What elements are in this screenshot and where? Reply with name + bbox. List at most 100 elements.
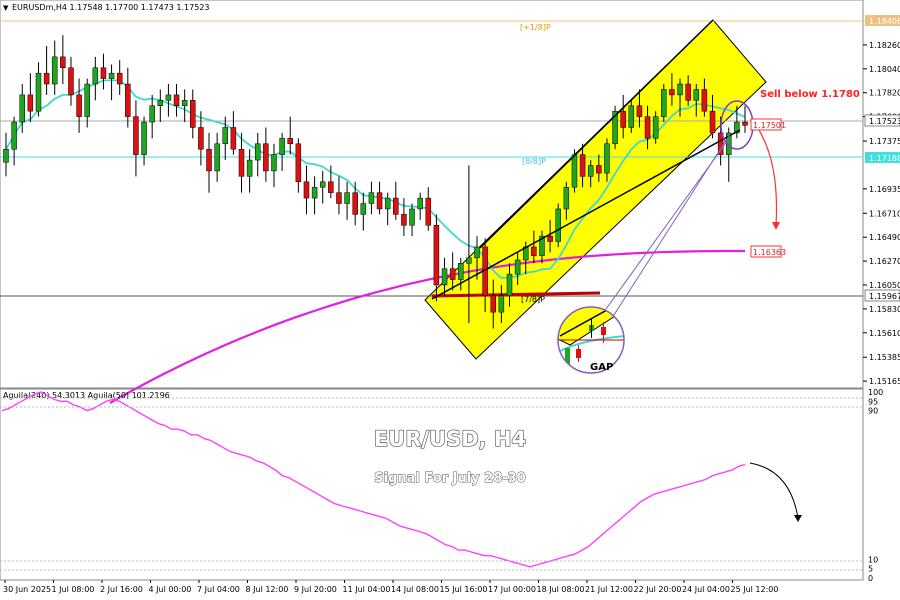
sell-annotation: Sell below 1.1780: [760, 89, 860, 100]
candle-body: [336, 192, 342, 204]
candle-body: [3, 148, 9, 163]
candle-body: [311, 186, 318, 199]
candle-body: [393, 197, 399, 215]
candle-body: [68, 67, 74, 96]
candle-body: [441, 268, 448, 286]
price-tick-label: 1.17375: [869, 137, 900, 146]
oscillator-axis: 1009590 1050: [868, 388, 883, 583]
candle-body: [84, 83, 90, 117]
time-tick-label: 9 Jul 20:00: [294, 585, 337, 594]
candle-body: [214, 143, 220, 172]
time-tick-label: 17 Jul 00:00: [488, 585, 536, 594]
candle-body: [596, 165, 602, 174]
time-tick-label: 18 Jul 08:00: [537, 585, 585, 594]
osc-arrow: [749, 462, 799, 519]
candle-body: [449, 268, 456, 280]
candle-body: [628, 105, 635, 128]
level-cyan-label: 1.17188: [869, 154, 900, 163]
candle-body: [238, 148, 245, 177]
candle-body: [555, 208, 561, 242]
murrey-low-label: [7/8]P: [521, 295, 545, 304]
candle-body: [417, 197, 423, 210]
candle-body: [190, 100, 196, 128]
level-support-label: 1.15967: [869, 292, 900, 301]
level-ma200-label: 1.16363: [753, 248, 786, 257]
candle-body: [360, 203, 367, 215]
candle-body: [181, 100, 188, 107]
price-tick-label: 1.18040: [869, 65, 900, 74]
price-tick-label: 1.16490: [869, 233, 900, 242]
candle-body: [433, 224, 440, 286]
candle-body: [604, 143, 610, 174]
candle-body: [287, 138, 293, 145]
candle-body: [328, 181, 334, 193]
time-tick-label: 30 Jun 2025: [3, 585, 51, 594]
candle-body: [701, 89, 708, 112]
candle-body: [693, 89, 700, 101]
price-tick-label: 1.15385: [869, 353, 900, 362]
price-axis: 1.182601.180401.178201.176001.173751.169…: [863, 41, 900, 386]
time-tick-label: 4 Jul 00:00: [149, 585, 192, 594]
candle-body: [303, 181, 310, 199]
price-tick-label: 1.15830: [869, 305, 900, 314]
candle-body: [677, 83, 683, 96]
candle-body: [636, 105, 643, 117]
time-tick-label: 2 Jul 16:00: [100, 585, 143, 594]
candle-body: [514, 259, 521, 275]
candle-body: [384, 197, 391, 210]
candle-body: [198, 127, 204, 150]
candle-body: [685, 83, 691, 101]
candle-body: [165, 94, 172, 101]
time-tick-label: 1 Jul 08:00: [52, 585, 95, 594]
candle-body: [51, 56, 58, 85]
candle-body: [141, 121, 147, 155]
time-tick-label: 22 Jul 20:00: [634, 585, 682, 594]
candle-body: [652, 116, 659, 139]
candle-body: [587, 165, 594, 177]
candle-body: [563, 186, 570, 210]
candle-body: [271, 154, 277, 172]
osc-tick-label: 10: [868, 555, 878, 564]
candle-body: [173, 94, 180, 107]
time-tick-label: 14 Jul 08:00: [391, 585, 439, 594]
candle-body: [246, 159, 253, 177]
candle-body: [149, 105, 155, 123]
candle-body: [547, 235, 553, 242]
candle-body: [531, 246, 537, 256]
ma200-line: [109, 249, 745, 405]
candle-body: [401, 214, 407, 226]
time-tick-label: 7 Jul 04:00: [197, 585, 240, 594]
candle-body: [263, 143, 269, 172]
candle-body: [368, 192, 375, 204]
candle-body: [92, 67, 99, 85]
ma200-path: [109, 249, 745, 405]
candle-body: [466, 257, 472, 264]
osc-tick-label: 95: [868, 397, 878, 406]
time-tick-label: 25 Jul 12:00: [731, 585, 779, 594]
candle-body: [498, 295, 505, 313]
candle-body: [742, 121, 748, 126]
candle-body: [230, 127, 237, 150]
osc-tick-label: 100: [868, 388, 883, 397]
symbol-line: EURUSDm,H4 1.17548 1.17700 1.17473 1.175…: [12, 3, 210, 12]
candle-body: [352, 192, 358, 215]
candle-body: [409, 208, 415, 226]
candle-body: [19, 94, 25, 123]
candle-body: [319, 181, 326, 188]
osc-arrow-head: [794, 515, 802, 522]
murrey-mid-label: [8/8]P: [522, 157, 546, 166]
osc-tick-label: 90: [868, 407, 878, 416]
sell-arrow-head: [772, 222, 780, 230]
price-tick-label: 1.16710: [869, 209, 900, 218]
time-tick-label: 8 Jul 12:00: [246, 585, 289, 594]
candle-body: [571, 154, 578, 188]
level-top-label: 1.18406: [869, 17, 900, 26]
candle-body: [425, 197, 432, 226]
time-axis: 30 Jun 2025 1 Jul 08:00 2 Jul 16:00 4 Jul 0…: [3, 580, 778, 594]
symbol-triangle: ▼: [3, 4, 9, 12]
candle-body: [669, 89, 675, 96]
candle-body: [709, 110, 716, 134]
indicator-line: Aguila(240) 54.3013 Aguila(50) 101.2196: [3, 391, 170, 400]
osc-tick-label: 0: [868, 574, 873, 583]
level-redbox-label: 1.17501: [753, 121, 786, 130]
